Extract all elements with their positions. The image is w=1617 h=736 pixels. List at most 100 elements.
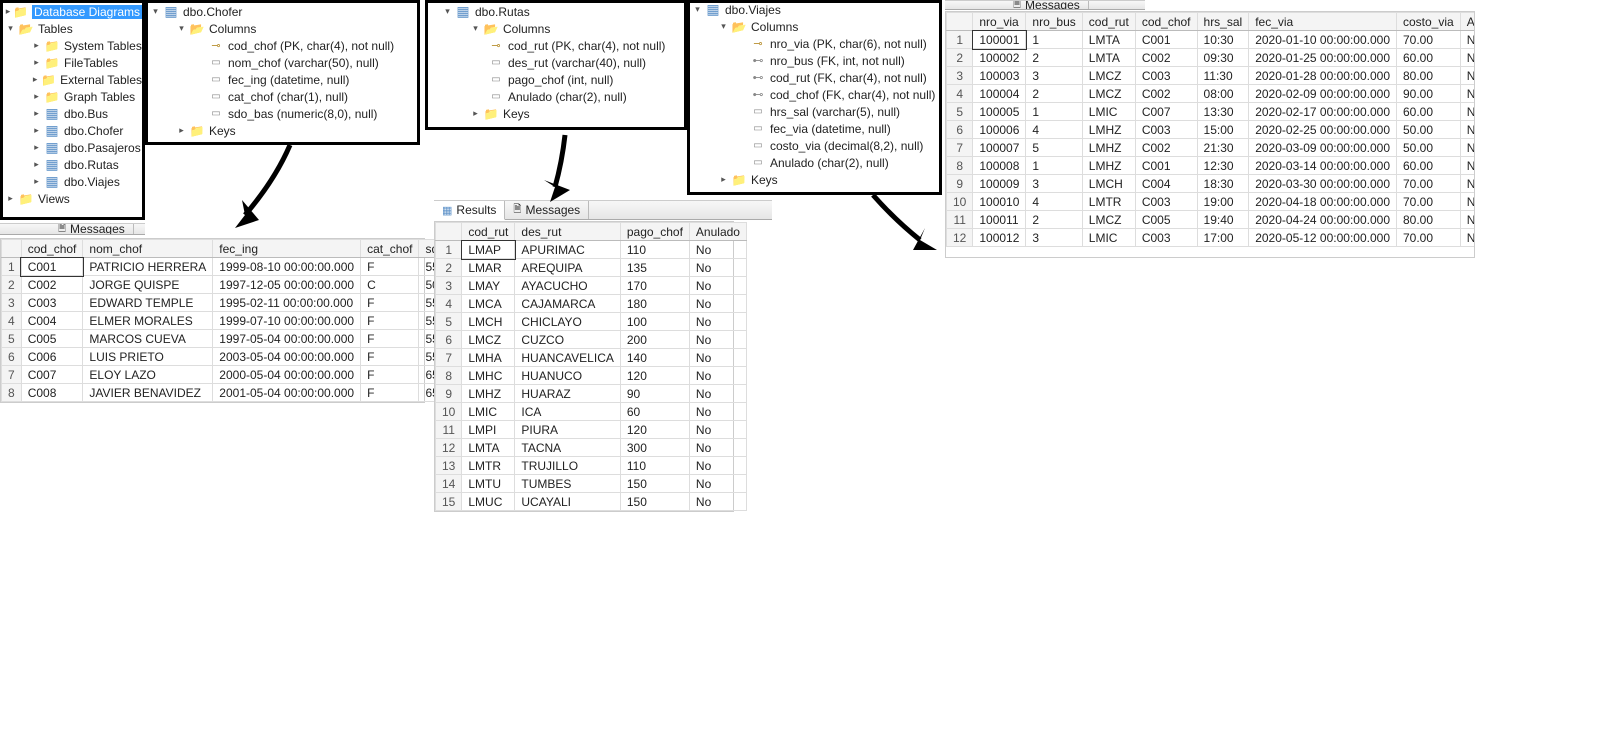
cell[interactable]: 150 [620, 475, 689, 493]
cell[interactable]: 70.00 [1397, 193, 1461, 211]
tab-messages-left[interactable]: Messages [50, 224, 134, 234]
cell[interactable]: 200 [620, 331, 689, 349]
cell[interactable]: 100004 [973, 85, 1026, 103]
row-number[interactable]: 4 [947, 85, 973, 103]
row-number[interactable]: 15 [436, 493, 462, 511]
cell[interactable]: No [1460, 193, 1475, 211]
cell[interactable]: 3 [1026, 175, 1082, 193]
cell[interactable]: C001 [1135, 31, 1197, 49]
cell[interactable]: 110 [620, 241, 689, 259]
cell[interactable]: C007 [1135, 103, 1197, 121]
collapse-icon[interactable]: ▾ [718, 21, 729, 32]
tree-keys[interactable]: ▸ Keys [428, 105, 684, 122]
cell[interactable]: 100008 [973, 157, 1026, 175]
expand-icon[interactable]: ▸ [31, 176, 42, 187]
cell[interactable]: 60.00 [1397, 49, 1461, 67]
cell[interactable]: 1997-12-05 00:00:00.000 [213, 276, 361, 294]
cell[interactable]: LMHZ [462, 385, 515, 403]
cell[interactable]: 70.00 [1397, 175, 1461, 193]
cell[interactable]: MARCOS CUEVA [83, 330, 213, 348]
cell[interactable]: LMTR [1082, 193, 1135, 211]
cell[interactable]: No [1460, 175, 1475, 193]
cell[interactable]: No [689, 385, 746, 403]
cell[interactable]: 3 [1026, 229, 1082, 247]
cell[interactable]: 100009 [973, 175, 1026, 193]
cell[interactable]: 110 [620, 457, 689, 475]
table-row[interactable]: 41000042LMCZC00208:002020-02-09 00:00:00… [947, 85, 1476, 103]
tree-columns[interactable]: ▾ Columns [690, 18, 939, 35]
row-number[interactable]: 5 [436, 313, 462, 331]
row-number[interactable]: 3 [2, 294, 22, 312]
row-number[interactable]: 7 [2, 366, 22, 384]
table-row[interactable]: 7LMHAHUANCAVELICA140No [436, 349, 747, 367]
table-row[interactable]: 81000081LMHZC00112:302020-03-14 00:00:00… [947, 157, 1476, 175]
cell[interactable]: 100003 [973, 67, 1026, 85]
cell[interactable]: 80.00 [1397, 67, 1461, 85]
cell[interactable]: LMAY [462, 277, 515, 295]
cell[interactable]: ELMER MORALES [83, 312, 213, 330]
row-number[interactable]: 12 [947, 229, 973, 247]
cell[interactable]: C003 [21, 294, 83, 312]
cell[interactable]: LUIS PRIETO [83, 348, 213, 366]
cell[interactable]: C001 [21, 258, 83, 276]
column-header[interactable]: cod_rut [462, 223, 515, 241]
row-number[interactable]: 1 [2, 258, 22, 276]
cell[interactable]: C002 [1135, 85, 1197, 103]
tree-user-table[interactable]: ▸ dbo.Chofer [3, 122, 142, 139]
expand-icon[interactable]: ▸ [31, 91, 42, 102]
cell[interactable]: 60.00 [1397, 103, 1461, 121]
cell[interactable]: 2020-02-09 00:00:00.000 [1249, 85, 1397, 103]
row-number[interactable]: 1 [947, 31, 973, 49]
tree-table-chofer[interactable]: ▾ dbo.Chofer [148, 3, 417, 20]
tab-messages[interactable]: Messages [505, 201, 589, 219]
tree-columns[interactable]: ▾ Columns [148, 20, 417, 37]
tree-column[interactable]: cod_rut (FK, char(4), not null) [690, 69, 939, 86]
cell[interactable]: No [689, 349, 746, 367]
table-row[interactable]: 101000104LMTRC00319:002020-04-18 00:00:0… [947, 193, 1476, 211]
tree-database-diagrams[interactable]: ▸ Database Diagrams [3, 3, 142, 20]
cell[interactable]: 120 [620, 421, 689, 439]
cell[interactable]: C005 [21, 330, 83, 348]
table-row[interactable]: 14LMTUTUMBES150No [436, 475, 747, 493]
tree-table-rutas[interactable]: ▾ dbo.Rutas [428, 3, 684, 20]
cell[interactable]: 2020-04-18 00:00:00.000 [1249, 193, 1397, 211]
cell[interactable]: 08:00 [1197, 85, 1249, 103]
tree-column[interactable]: pago_chof (int, null) [428, 71, 684, 88]
tree-column[interactable]: fec_via (datetime, null) [690, 120, 939, 137]
tree-column[interactable]: cod_rut (PK, char(4), not null) [428, 37, 684, 54]
row-number[interactable]: 12 [436, 439, 462, 457]
results-grid-rutas[interactable]: cod_rutdes_rutpago_chofAnulado1LMAPAPURI… [434, 221, 734, 512]
cell[interactable]: C003 [1135, 67, 1197, 85]
table-row[interactable]: 15LMUCUCAYALI150No [436, 493, 747, 511]
row-number[interactable]: 1 [436, 241, 462, 259]
cell[interactable]: F [361, 258, 419, 276]
results-grid-viajes[interactable]: nro_vianro_buscod_rutcod_chofhrs_salfec_… [945, 11, 1475, 258]
tree-folder[interactable]: ▸ Graph Tables [3, 88, 142, 105]
column-header[interactable]: nro_bus [1026, 13, 1082, 31]
cell[interactable]: No [1460, 211, 1475, 229]
cell[interactable]: 5 [1026, 139, 1082, 157]
row-number[interactable]: 9 [436, 385, 462, 403]
cell[interactable]: 100010 [973, 193, 1026, 211]
cell[interactable]: 1 [1026, 31, 1082, 49]
row-number[interactable]: 11 [947, 211, 973, 229]
cell[interactable]: C005 [1135, 211, 1197, 229]
cell[interactable]: 100006 [973, 121, 1026, 139]
tab-messages-right[interactable]: Messages [1005, 1, 1089, 9]
cell[interactable]: 70.00 [1397, 31, 1461, 49]
cell[interactable]: 2020-03-14 00:00:00.000 [1249, 157, 1397, 175]
tree-folder[interactable]: ▸ System Tables [3, 37, 142, 54]
cell[interactable]: CUZCO [515, 331, 620, 349]
cell[interactable]: JORGE QUISPE [83, 276, 213, 294]
cell[interactable]: C007 [21, 366, 83, 384]
cell[interactable]: C002 [1135, 49, 1197, 67]
results-grid-chofer[interactable]: cod_chofnom_choffec_ingcat_chofsdo_bas1C… [0, 238, 425, 403]
cell[interactable]: C003 [1135, 229, 1197, 247]
table-row[interactable]: 11000011LMTAC00110:302020-01-10 00:00:00… [947, 31, 1476, 49]
cell[interactable]: No [689, 241, 746, 259]
cell[interactable]: No [1460, 139, 1475, 157]
row-number[interactable]: 11 [436, 421, 462, 439]
cell[interactable]: AREQUIPA [515, 259, 620, 277]
cell[interactable]: 100007 [973, 139, 1026, 157]
cell[interactable]: No [689, 313, 746, 331]
